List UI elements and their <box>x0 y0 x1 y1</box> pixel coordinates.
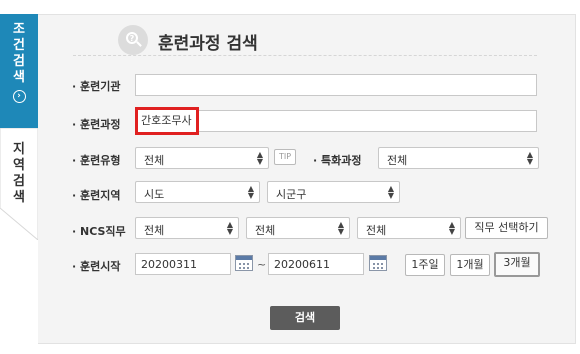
tip-badge[interactable]: TIP <box>274 149 296 165</box>
ncs-level2-select[interactable]: 전체 ▲ ▼ <box>246 217 350 239</box>
type-select[interactable]: 전체 ▲ ▼ <box>135 147 269 169</box>
period-3months-button[interactable]: 3개월 <box>494 252 540 277</box>
search-panel: ? 훈련과정 검색 · 훈련기관 · 훈련과정 간호조무사 · 훈련유형 전체 … <box>38 14 576 344</box>
select-arrow-icon: ▲ ▼ <box>387 184 394 200</box>
period-1month-button[interactable]: 1개월 <box>450 254 490 276</box>
ncs-level2-value: 전체 <box>255 224 276 237</box>
region-district-value: 시군구 <box>276 188 307 201</box>
ncs-label: · NCS직무 <box>72 225 126 238</box>
title-divider <box>73 55 537 56</box>
select-arrow-icon: ▲ ▼ <box>226 220 233 236</box>
search-icon: ? <box>118 25 148 55</box>
institution-label: · 훈련기관 <box>72 80 121 93</box>
course-input-highlight: 간호조무사 <box>135 107 199 135</box>
start-label: · 훈련시작 <box>72 260 121 273</box>
special-select[interactable]: 전체 ▲ ▼ <box>378 147 539 169</box>
type-select-value: 전체 <box>144 154 165 167</box>
special-label: · 특화과정 <box>313 154 362 167</box>
select-arrow-icon: ▲ ▼ <box>448 220 455 236</box>
select-arrow-icon: ▲ ▼ <box>256 150 263 166</box>
ncs-level3-value: 전체 <box>366 224 387 237</box>
chevron-right-icon: › <box>12 90 26 103</box>
region-city-select[interactable]: 시도 ▲ ▼ <box>135 181 260 203</box>
select-job-button[interactable]: 직무 선택하기 <box>465 217 548 239</box>
calendar-icon[interactable] <box>369 255 387 271</box>
ncs-level1-select[interactable]: 전체 ▲ ▼ <box>135 217 239 239</box>
date-range-separator: ~ <box>257 258 267 271</box>
tab-condition-search-label: 조건검색 <box>13 22 25 85</box>
institution-input[interactable] <box>135 74 537 96</box>
select-arrow-icon: ▲ ▼ <box>337 220 344 236</box>
page-title: 훈련과정 검색 <box>158 34 258 54</box>
course-label: · 훈련과정 <box>72 118 121 131</box>
ncs-level3-select[interactable]: 전체 ▲ ▼ <box>357 217 461 239</box>
select-arrow-icon: ▲ ▼ <box>526 150 533 166</box>
region-district-select[interactable]: 시군구 ▲ ▼ <box>267 181 400 203</box>
search-button[interactable]: 검색 <box>270 306 340 330</box>
type-label: · 훈련유형 <box>72 154 121 167</box>
period-1week-button[interactable]: 1주일 <box>405 254 445 276</box>
tab-region-search[interactable]: 지역검색 <box>0 128 38 238</box>
tab-condition-search[interactable]: 조건검색 › <box>0 14 38 128</box>
select-arrow-icon: ▲ ▼ <box>247 184 254 200</box>
ncs-level1-value: 전체 <box>144 224 165 237</box>
region-city-value: 시도 <box>144 188 165 201</box>
special-select-value: 전체 <box>387 154 408 167</box>
calendar-icon[interactable] <box>235 255 253 271</box>
start-date-from[interactable]: 20200311 <box>135 253 231 275</box>
start-date-to[interactable]: 20200611 <box>268 253 364 275</box>
tab-region-search-label: 지역검색 <box>13 142 25 205</box>
region-label: · 훈련지역 <box>72 189 121 202</box>
